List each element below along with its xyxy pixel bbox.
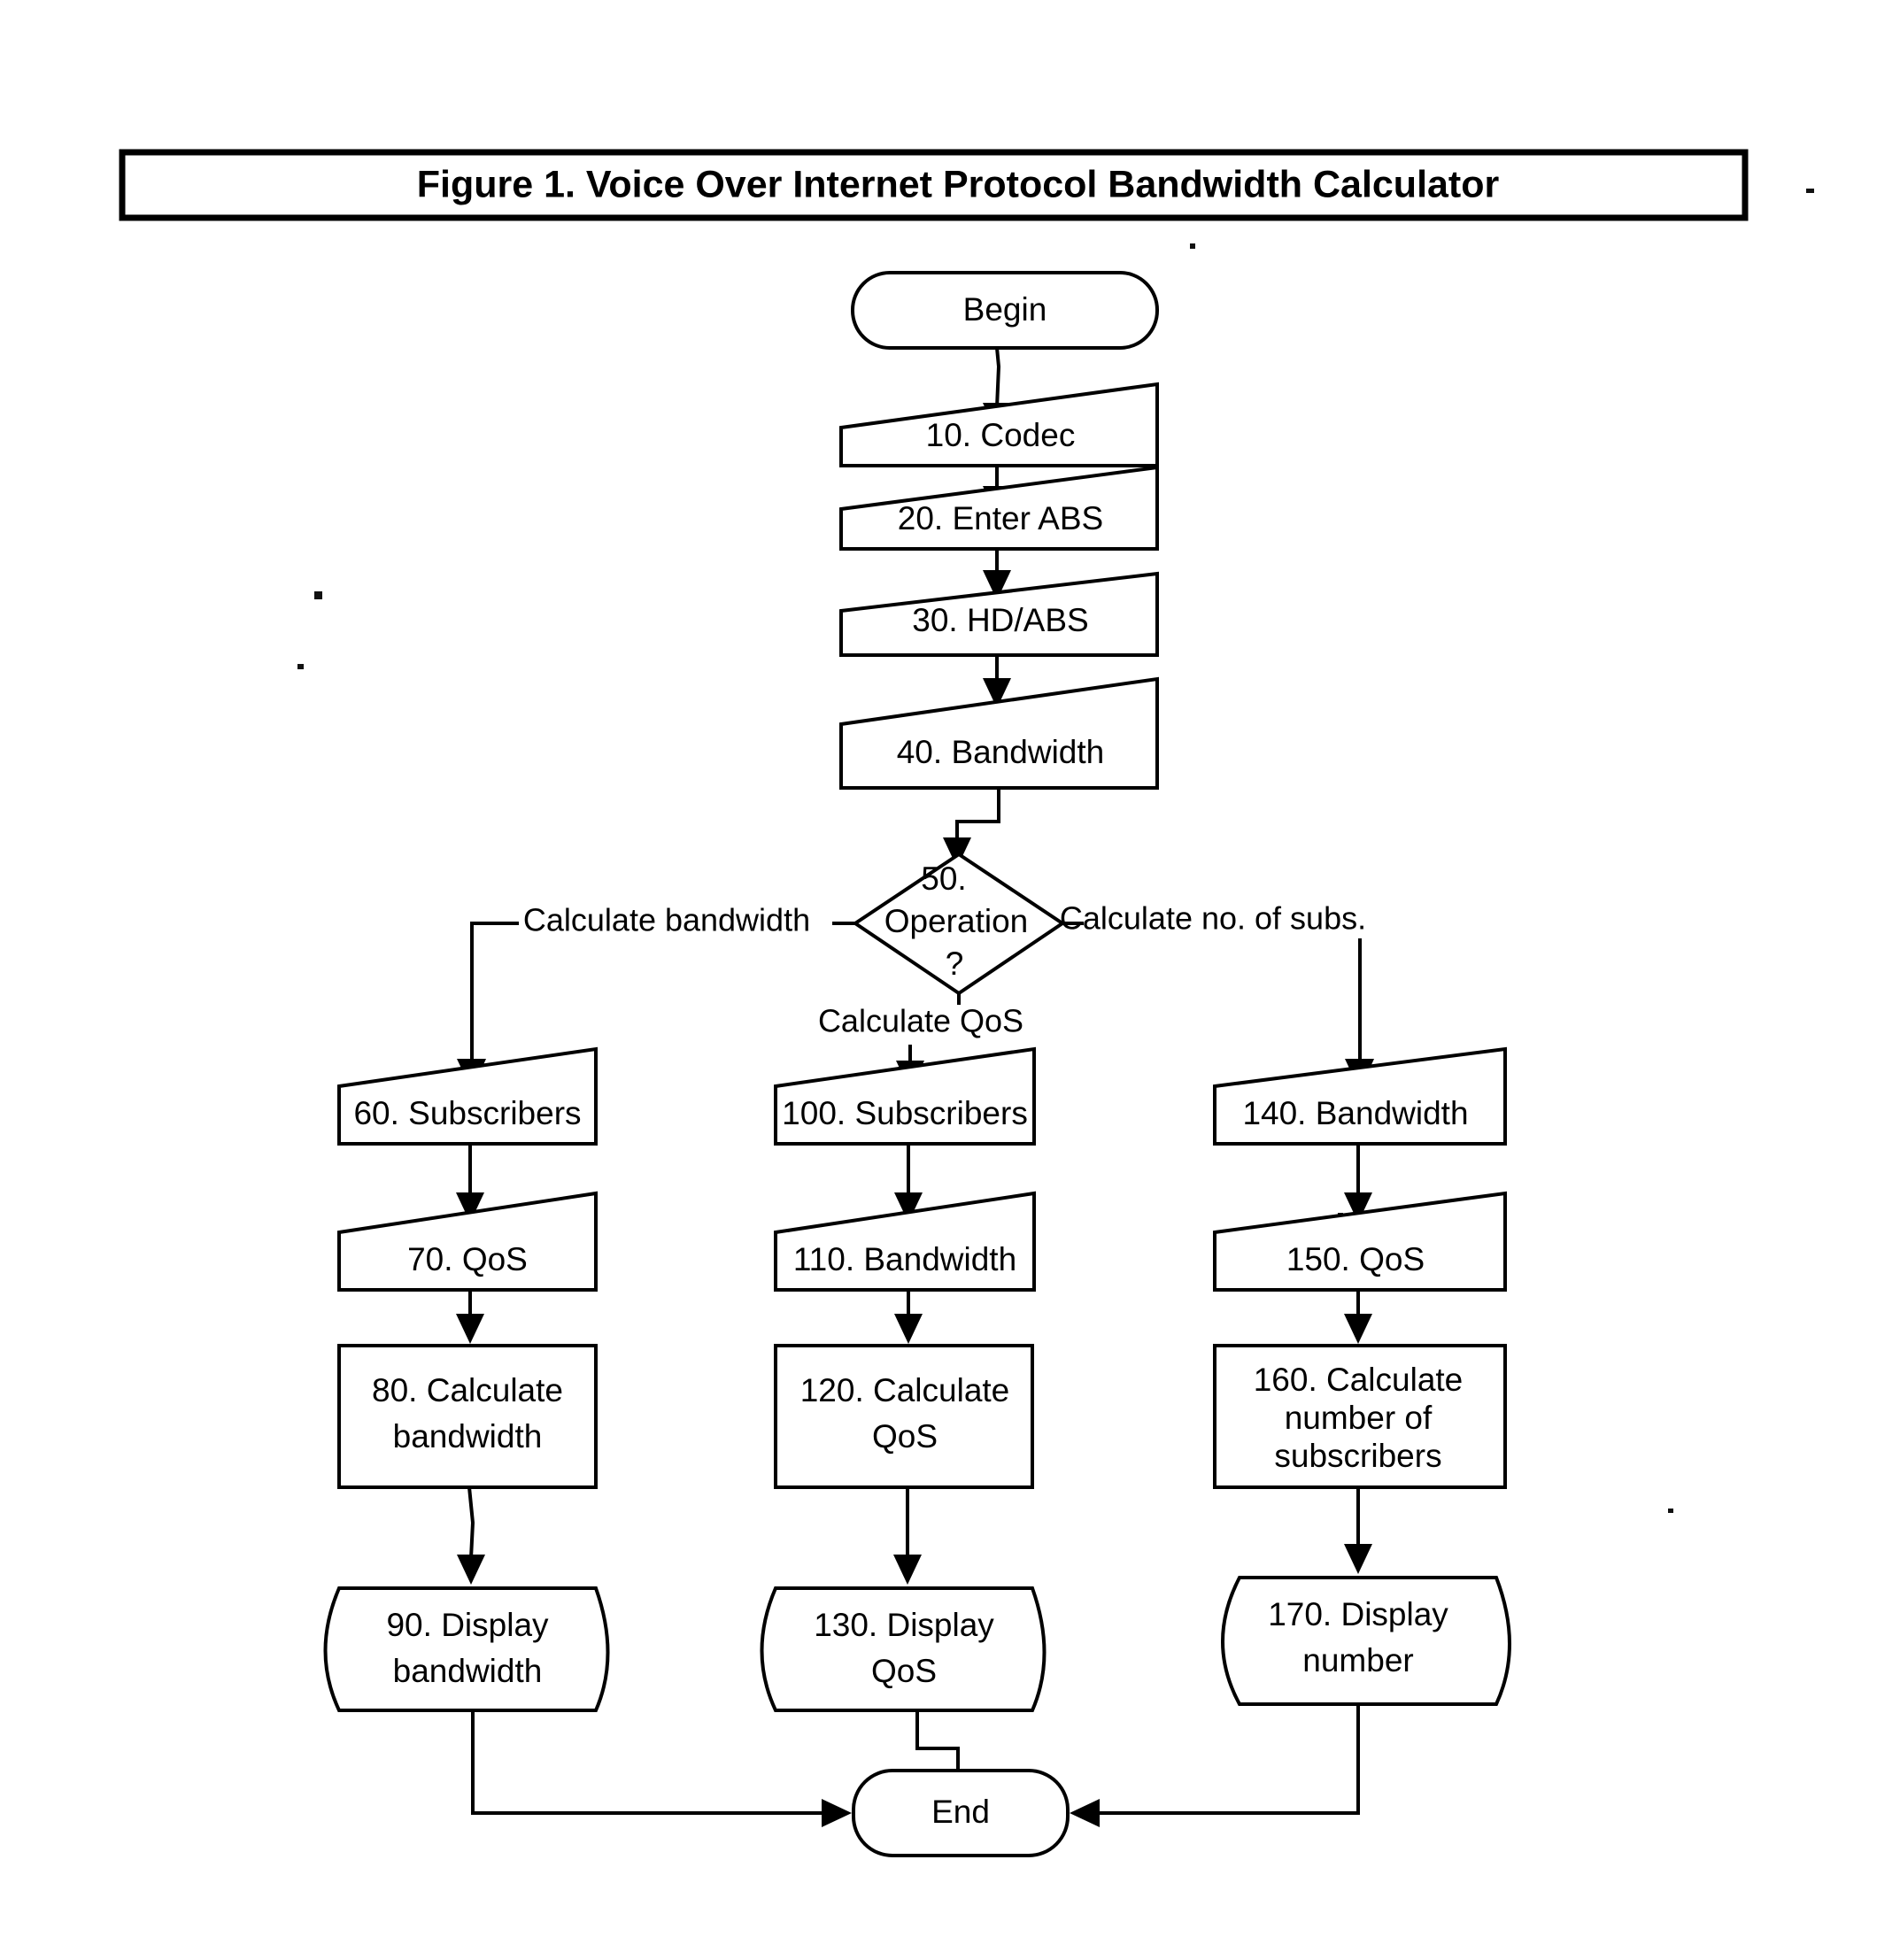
node-begin[interactable]: Begin xyxy=(851,271,1159,350)
node-50-line2: Operation xyxy=(884,903,1029,939)
node-110-bandwidth-label: 110. Bandwidth xyxy=(793,1241,1016,1277)
node-170-line2: number xyxy=(1302,1642,1413,1678)
connector-40-to-50 xyxy=(943,788,1000,868)
node-170-display-number[interactable]: 170. Display number xyxy=(1221,1576,1511,1706)
node-90-display-bandwidth[interactable]: 90. Display bandwidth xyxy=(323,1586,610,1712)
node-130-line2: QoS xyxy=(871,1653,937,1689)
node-80-line2: bandwidth xyxy=(393,1418,543,1455)
connector-90-to-end xyxy=(471,1710,852,1827)
node-50-line3: ? xyxy=(946,945,964,982)
node-20-enter-abs[interactable]: 20. Enter ABS xyxy=(839,465,1159,551)
node-160-calculate-number-of-subscribers[interactable]: 160. Calculate number of subscribers xyxy=(1213,1344,1507,1489)
node-end[interactable]: End xyxy=(852,1769,1070,1857)
branch-label-left-text: Calculate bandwidth xyxy=(523,902,810,938)
connector-70-to-80 xyxy=(456,1290,484,1344)
node-130-display-qos[interactable]: 130. Display QoS xyxy=(760,1586,1047,1712)
figure-title-text: Figure 1. Voice Over Internet Protocol B… xyxy=(417,163,1500,205)
node-130-line1: 130. Display xyxy=(814,1607,994,1643)
connector-50-to-140 xyxy=(1062,922,1374,1091)
node-70-qos-label: 70. QoS xyxy=(407,1241,528,1277)
node-160-line1: 160. Calculate xyxy=(1254,1362,1464,1398)
flowchart-canvas: Figure 1. Voice Over Internet Protocol B… xyxy=(119,149,1814,1857)
node-80-calculate-bandwidth[interactable]: 80. Calculate bandwidth xyxy=(337,1344,598,1489)
branch-label-left: Calculate bandwidth xyxy=(523,902,810,938)
branch-label-down: Calculate QoS xyxy=(818,1003,1023,1039)
node-80-line1: 80. Calculate xyxy=(372,1372,563,1408)
node-end-label: End xyxy=(931,1794,990,1830)
figure-page: Figure 1. Voice Over Internet Protocol B… xyxy=(0,0,1900,1960)
node-40-bandwidth-label: 40. Bandwidth xyxy=(897,734,1105,770)
branch-label-right-text: Calculate no. of subs. xyxy=(1060,900,1366,937)
connector-80-to-90 xyxy=(457,1486,485,1585)
node-30-hd-abs-label: 30. HD/ABS xyxy=(912,602,1088,638)
node-20-enter-abs-label: 20. Enter ABS xyxy=(898,500,1103,536)
node-50-line1: 50. xyxy=(921,860,966,897)
node-150-qos-label: 150. QoS xyxy=(1286,1241,1425,1277)
connector-160-to-170 xyxy=(1344,1487,1372,1574)
connector-150-to-160 xyxy=(1344,1290,1372,1344)
connector-110-to-120 xyxy=(894,1290,923,1344)
node-160-line3: subscribers xyxy=(1274,1438,1441,1474)
node-120-line1: 120. Calculate xyxy=(800,1372,1010,1408)
node-140-bandwidth-label: 140. Bandwidth xyxy=(1242,1095,1468,1131)
connector-120-to-130 xyxy=(893,1487,922,1585)
node-120-calculate-qos[interactable]: 120. Calculate QoS xyxy=(774,1344,1034,1489)
node-120-line2: QoS xyxy=(872,1418,938,1455)
node-160-line2: number of xyxy=(1285,1400,1433,1436)
branch-label-right: Calculate no. of subs. xyxy=(1060,900,1366,937)
node-10-codec-label: 10. Codec xyxy=(926,417,1076,453)
node-100-subscribers-label: 100. Subscribers xyxy=(782,1095,1028,1131)
node-60-subscribers-label: 60. Subscribers xyxy=(353,1095,581,1131)
figure-title-box: Figure 1. Voice Over Internet Protocol B… xyxy=(119,149,1749,221)
node-begin-label: Begin xyxy=(963,291,1047,328)
connector-170-to-end xyxy=(1070,1704,1360,1827)
node-90-line1: 90. Display xyxy=(386,1607,549,1643)
node-90-line2: bandwidth xyxy=(393,1653,543,1689)
node-170-line1: 170. Display xyxy=(1268,1596,1448,1632)
scan-artifacts xyxy=(297,189,1814,1513)
node-50-operation-decision[interactable]: 50. Operation ? xyxy=(852,852,1066,996)
branch-label-down-text: Calculate QoS xyxy=(818,1003,1023,1039)
